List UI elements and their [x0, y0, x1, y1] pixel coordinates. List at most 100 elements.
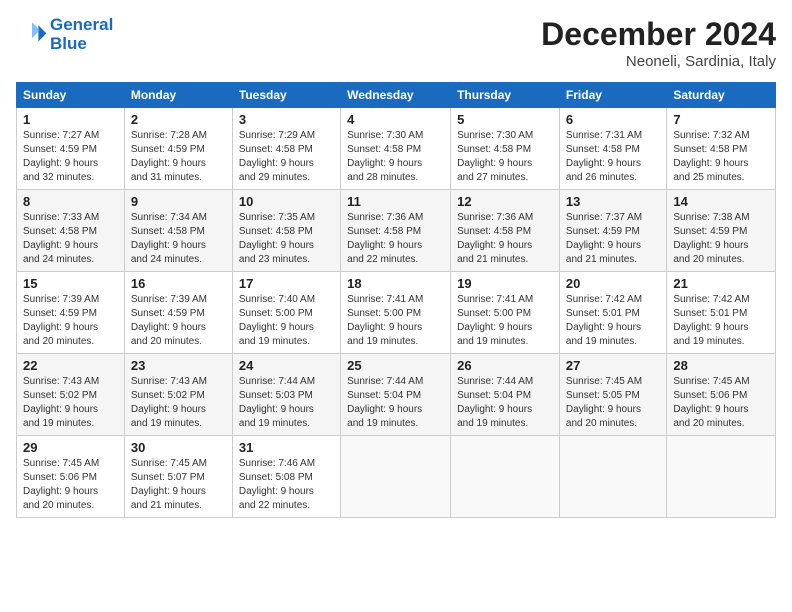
day-number: 27 [566, 358, 660, 373]
calendar-cell: 28Sunrise: 7:45 AM Sunset: 5:06 PM Dayli… [667, 354, 776, 436]
calendar-cell: 19 Sunrise: 7:41 AM Sunset: 5:00 PM Dayli… [451, 272, 560, 354]
calendar-week-row: 15Sunrise: 7:39 AM Sunset: 4:59 PM Dayli… [17, 272, 776, 354]
header: General Blue December 2024 Neoneli, Sard… [16, 16, 776, 70]
day-number: 3 [239, 112, 334, 127]
calendar-cell: 16Sunrise: 7:39 AM Sunset: 4:59 PM Dayli… [124, 272, 232, 354]
calendar-cell: 2Sunrise: 7:28 AM Sunset: 4:59 PM Daylig… [124, 108, 232, 190]
day-number: 22 [23, 358, 118, 373]
title-block: December 2024 Neoneli, Sardinia, Italy [541, 16, 776, 70]
calendar-header-row: SundayMondayTuesdayWednesdayThursdayFrid… [17, 83, 776, 108]
calendar-cell [559, 436, 666, 518]
day-info: Sunrise: 7:29 AM Sunset: 4:58 PM Dayligh… [239, 129, 334, 185]
day-number: 6 [566, 112, 660, 127]
logo-line1: General [50, 16, 113, 35]
weekday-header-wednesday: Wednesday [341, 83, 451, 108]
day-info: Sunrise: 7:43 AM Sunset: 5:02 PM Dayligh… [23, 375, 118, 431]
calendar-cell [341, 436, 451, 518]
day-info: Sunrise: 7:30 AM Sunset: 4:58 PM Dayligh… [347, 129, 444, 185]
calendar-cell: 14Sunrise: 7:38 AM Sunset: 4:59 PM Dayli… [667, 190, 776, 272]
day-number: 7 [673, 112, 769, 127]
calendar-cell: 5 Sunrise: 7:30 AM Sunset: 4:58 PM Daylig… [451, 108, 560, 190]
calendar-cell: 26Sunrise: 7:44 AM Sunset: 5:04 PM Dayli… [451, 354, 560, 436]
day-number: 5 [457, 112, 553, 127]
day-info: Sunrise: 7:40 AM Sunset: 5:00 PM Dayligh… [239, 293, 334, 349]
day-number: 11 [347, 194, 444, 209]
day-info: Sunrise: 7:41 AM Sunset: 5:00 PM Dayligh… [457, 293, 553, 349]
day-number: 18 [347, 276, 444, 291]
day-info: Sunrise: 7:46 AM Sunset: 5:08 PM Dayligh… [239, 457, 334, 513]
day-info: Sunrise: 7:41 AM Sunset: 5:00 PM Dayligh… [347, 293, 444, 349]
day-info: Sunrise: 7:28 AM Sunset: 4:59 PM Dayligh… [131, 129, 226, 185]
day-info: Sunrise: 7:36 AM Sunset: 4:58 PM Dayligh… [457, 211, 553, 267]
day-number: 19 [457, 276, 553, 291]
weekday-header-thursday: Thursday [451, 83, 560, 108]
calendar-cell: 30 Sunrise: 7:45 AM Sunset: 5:07 PM Dayli… [124, 436, 232, 518]
calendar-cell: 10 Sunrise: 7:35 AM Sunset: 4:58 PM Dayli… [232, 190, 340, 272]
day-number: 4 [347, 112, 444, 127]
day-number: 9 [131, 194, 226, 209]
calendar-cell [667, 436, 776, 518]
calendar-body: 1Sunrise: 7:27 AM Sunset: 4:59 PM Daylig… [17, 108, 776, 518]
calendar-cell: 7 Sunrise: 7:32 AM Sunset: 4:58 PM Daylig… [667, 108, 776, 190]
weekday-header-friday: Friday [559, 83, 666, 108]
day-info: Sunrise: 7:34 AM Sunset: 4:58 PM Dayligh… [131, 211, 226, 267]
calendar-cell: 24 Sunrise: 7:44 AM Sunset: 5:03 PM Dayli… [232, 354, 340, 436]
page-container: General Blue December 2024 Neoneli, Sard… [0, 0, 792, 526]
calendar-cell: 12Sunrise: 7:36 AM Sunset: 4:58 PM Dayli… [451, 190, 560, 272]
calendar-cell: 17Sunrise: 7:40 AM Sunset: 5:00 PM Dayli… [232, 272, 340, 354]
day-info: Sunrise: 7:39 AM Sunset: 4:59 PM Dayligh… [23, 293, 118, 349]
calendar-cell: 11Sunrise: 7:36 AM Sunset: 4:58 PM Dayli… [341, 190, 451, 272]
day-number: 24 [239, 358, 334, 373]
day-number: 29 [23, 440, 118, 455]
day-info: Sunrise: 7:35 AM Sunset: 4:58 PM Dayligh… [239, 211, 334, 267]
calendar-cell: 8Sunrise: 7:33 AM Sunset: 4:58 PM Daylig… [17, 190, 125, 272]
calendar-week-row: 29 Sunrise: 7:45 AM Sunset: 5:06 PM Dayli… [17, 436, 776, 518]
day-number: 21 [673, 276, 769, 291]
calendar-cell: 18 Sunrise: 7:41 AM Sunset: 5:00 PM Dayli… [341, 272, 451, 354]
month-title: December 2024 [541, 16, 776, 53]
calendar-cell [451, 436, 560, 518]
day-number: 14 [673, 194, 769, 209]
day-info: Sunrise: 7:32 AM Sunset: 4:58 PM Dayligh… [673, 129, 769, 185]
weekday-header-saturday: Saturday [667, 83, 776, 108]
logo-line2: Blue [50, 35, 113, 54]
calendar-cell: 9 Sunrise: 7:34 AM Sunset: 4:58 PM Daylig… [124, 190, 232, 272]
day-info: Sunrise: 7:45 AM Sunset: 5:05 PM Dayligh… [566, 375, 660, 431]
calendar-cell: 29 Sunrise: 7:45 AM Sunset: 5:06 PM Dayli… [17, 436, 125, 518]
calendar-cell: 13 Sunrise: 7:37 AM Sunset: 4:59 PM Dayli… [559, 190, 666, 272]
day-info: Sunrise: 7:31 AM Sunset: 4:58 PM Dayligh… [566, 129, 660, 185]
calendar-week-row: 22 Sunrise: 7:43 AM Sunset: 5:02 PM Dayli… [17, 354, 776, 436]
day-number: 13 [566, 194, 660, 209]
calendar-cell: 21 Sunrise: 7:42 AM Sunset: 5:01 PM Dayli… [667, 272, 776, 354]
day-info: Sunrise: 7:43 AM Sunset: 5:02 PM Dayligh… [131, 375, 226, 431]
day-info: Sunrise: 7:45 AM Sunset: 5:06 PM Dayligh… [23, 457, 118, 513]
location: Neoneli, Sardinia, Italy [541, 53, 776, 70]
day-info: Sunrise: 7:39 AM Sunset: 4:59 PM Dayligh… [131, 293, 226, 349]
calendar-cell: 27 Sunrise: 7:45 AM Sunset: 5:05 PM Dayli… [559, 354, 666, 436]
calendar-cell: 31 Sunrise: 7:46 AM Sunset: 5:08 PM Dayli… [232, 436, 340, 518]
calendar-table: SundayMondayTuesdayWednesdayThursdayFrid… [16, 82, 776, 518]
day-number: 31 [239, 440, 334, 455]
calendar-cell: 23Sunrise: 7:43 AM Sunset: 5:02 PM Dayli… [124, 354, 232, 436]
calendar-cell: 15Sunrise: 7:39 AM Sunset: 4:59 PM Dayli… [17, 272, 125, 354]
day-number: 10 [239, 194, 334, 209]
calendar-cell: 1Sunrise: 7:27 AM Sunset: 4:59 PM Daylig… [17, 108, 125, 190]
logo: General Blue [16, 16, 113, 53]
day-number: 30 [131, 440, 226, 455]
day-info: Sunrise: 7:44 AM Sunset: 5:03 PM Dayligh… [239, 375, 334, 431]
weekday-header-tuesday: Tuesday [232, 83, 340, 108]
calendar-cell: 6 Sunrise: 7:31 AM Sunset: 4:58 PM Daylig… [559, 108, 666, 190]
day-info: Sunrise: 7:44 AM Sunset: 5:04 PM Dayligh… [457, 375, 553, 431]
calendar-cell: 4 Sunrise: 7:30 AM Sunset: 4:58 PM Daylig… [341, 108, 451, 190]
calendar-cell: 3 Sunrise: 7:29 AM Sunset: 4:58 PM Daylig… [232, 108, 340, 190]
day-info: Sunrise: 7:42 AM Sunset: 5:01 PM Dayligh… [566, 293, 660, 349]
day-number: 28 [673, 358, 769, 373]
day-number: 20 [566, 276, 660, 291]
day-info: Sunrise: 7:42 AM Sunset: 5:01 PM Dayligh… [673, 293, 769, 349]
day-info: Sunrise: 7:37 AM Sunset: 4:59 PM Dayligh… [566, 211, 660, 267]
calendar-cell: 25Sunrise: 7:44 AM Sunset: 5:04 PM Dayli… [341, 354, 451, 436]
day-number: 1 [23, 112, 118, 127]
day-info: Sunrise: 7:33 AM Sunset: 4:58 PM Dayligh… [23, 211, 118, 267]
day-info: Sunrise: 7:30 AM Sunset: 4:58 PM Dayligh… [457, 129, 553, 185]
day-info: Sunrise: 7:45 AM Sunset: 5:07 PM Dayligh… [131, 457, 226, 513]
